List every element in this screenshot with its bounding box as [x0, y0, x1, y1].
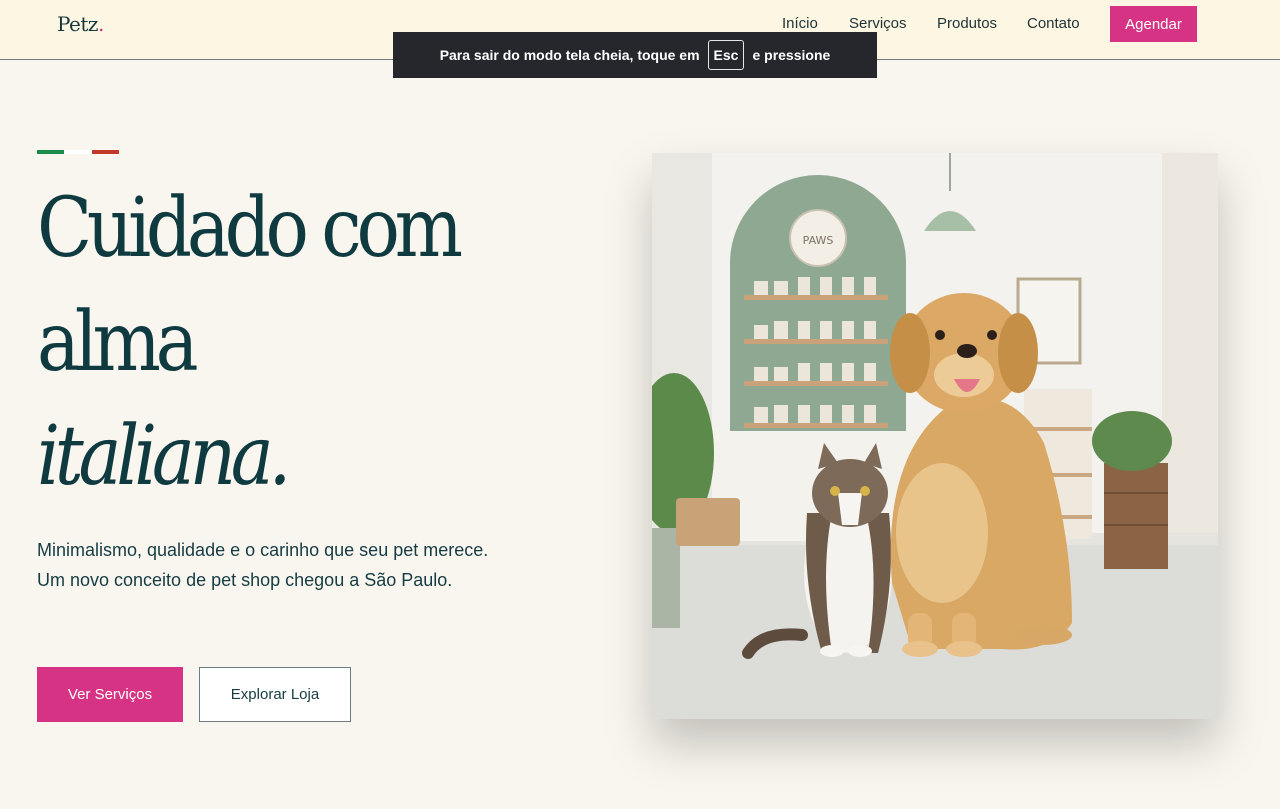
nav-link-produtos[interactable]: Produtos — [937, 15, 997, 32]
logo[interactable]: Petz. — [57, 12, 104, 36]
hero-illustration: PAWS — [652, 153, 1218, 719]
headline-line-2: alma — [37, 295, 199, 390]
fullscreen-exit-notice: Para sair do modo tela cheia, toque em E… — [393, 32, 877, 78]
headline-italic: italiana. — [37, 409, 291, 504]
nav-link-inicio[interactable]: Início — [782, 15, 818, 32]
agendar-button[interactable]: Agendar — [1110, 6, 1197, 42]
logo-text: Petz — [57, 12, 98, 36]
headline-line-1: Cuidado com — [37, 181, 463, 276]
nav-link-servicos[interactable]: Serviços — [849, 15, 907, 32]
flag-green — [37, 150, 65, 154]
esc-key-badge: Esc — [707, 40, 745, 70]
logo-dot: . — [97, 12, 104, 36]
fullscreen-notice-text: Para sair do modo tela cheia, toque em — [439, 47, 700, 63]
shop-sign-text: PAWS — [803, 234, 834, 247]
flag-red — [91, 150, 119, 154]
hero-image-dog-and-cat: PAWS — [652, 153, 1218, 719]
explorar-loja-button[interactable]: Explorar Loja — [199, 667, 351, 722]
ver-servicos-button[interactable]: Ver Serviços — [37, 667, 183, 722]
flag-white — [64, 150, 92, 154]
fullscreen-notice-suffix: e pressione — [752, 47, 831, 63]
hero-subtitle: Minimalismo, qualidade e o carinho que s… — [37, 540, 489, 590]
italian-flag-stripe — [37, 150, 119, 154]
hero-headline: Cuidado com alma italiana. — [37, 172, 463, 514]
nav-link-contato[interactable]: Contato — [1027, 15, 1080, 32]
